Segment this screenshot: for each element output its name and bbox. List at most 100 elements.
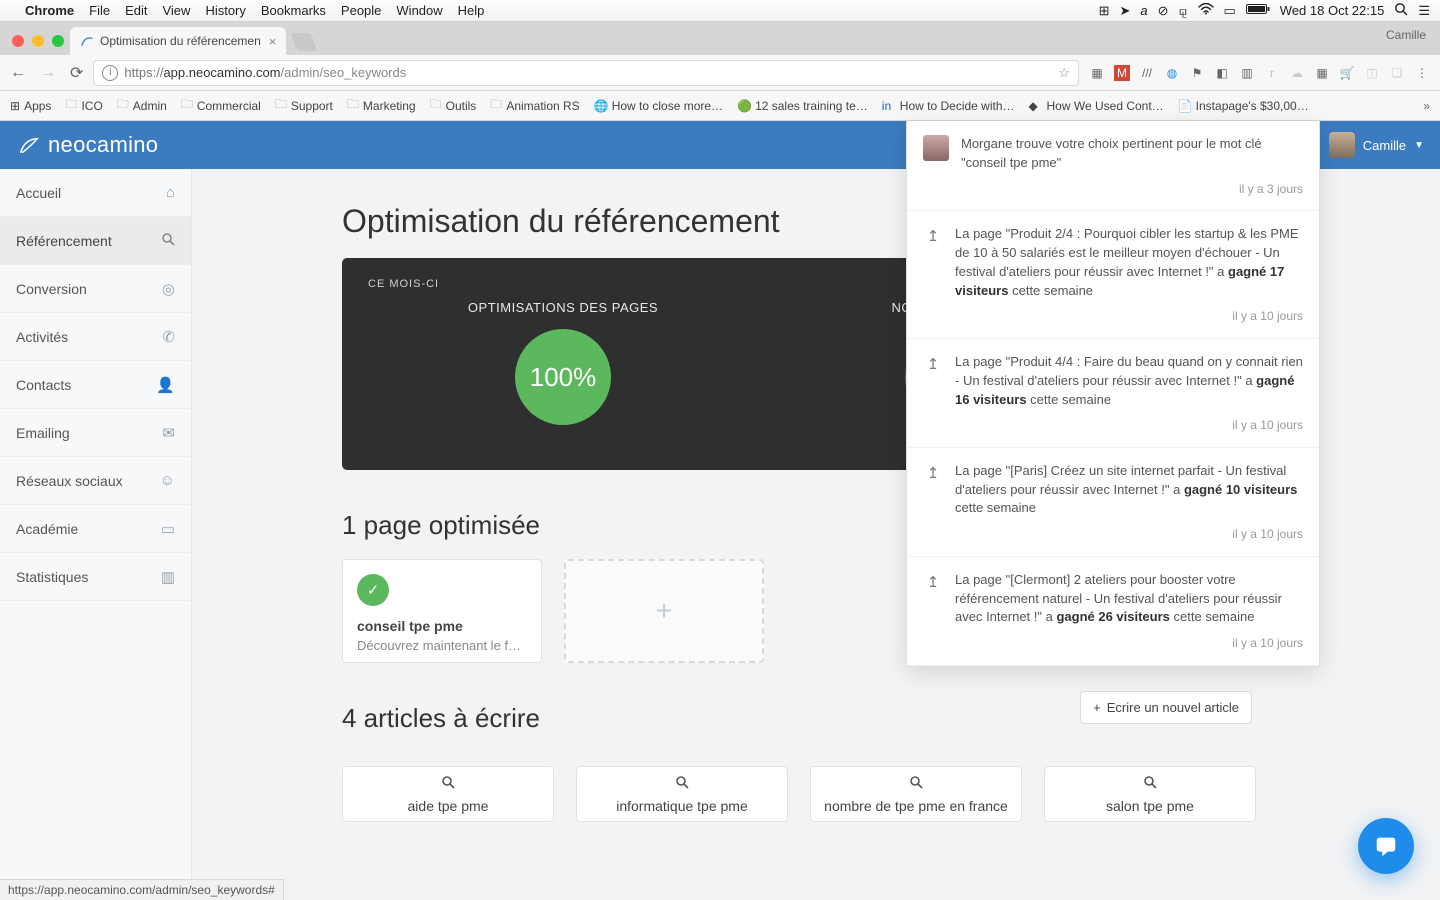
chrome-menu-button[interactable]: ⋮ xyxy=(1414,65,1430,81)
ext-icon-1[interactable]: ▦ xyxy=(1089,65,1105,81)
sidebar-item-label: Académie xyxy=(16,521,78,537)
window-close-button[interactable] xyxy=(12,35,24,47)
article-card[interactable]: aide tpe pme xyxy=(342,766,554,822)
favicon-icon: 🌐 xyxy=(594,99,608,113)
ext-icon-6[interactable]: ◧ xyxy=(1214,65,1230,81)
intercom-chat-button[interactable] xyxy=(1358,818,1414,874)
bookmark-folder-commercial[interactable]: 🗀Commercial xyxy=(181,95,261,116)
sidebar-item-referencement[interactable]: Référencement xyxy=(0,217,191,265)
ext-icon-11[interactable]: 🛒 xyxy=(1339,65,1355,81)
menubar-wifi-icon[interactable] xyxy=(1198,3,1214,18)
sidebar-item-academie[interactable]: Académie▭ xyxy=(0,505,191,553)
bookmark-folder-support[interactable]: 🗀Support xyxy=(275,95,333,116)
user-menu[interactable]: Camille ▼ xyxy=(1313,121,1440,169)
bookmark-star-icon[interactable]: ☆ xyxy=(1058,65,1070,81)
reload-button[interactable]: ⟳ xyxy=(70,63,83,83)
article-card[interactable]: nombre de tpe pme en france xyxy=(810,766,1022,822)
bookmark-folder-admin[interactable]: 🗀Admin xyxy=(117,95,167,116)
brand-logo[interactable]: neocamino xyxy=(18,132,158,158)
menubar-clock[interactable]: Wed 18 Oct 22:15 xyxy=(1280,3,1385,18)
keyword-card[interactable]: ✓ conseil tpe pme Découvrez maintenant l… xyxy=(342,559,542,663)
menubar-notifications-icon[interactable]: ☰ xyxy=(1418,3,1430,19)
menubar-window[interactable]: Window xyxy=(396,3,442,18)
browser-tab[interactable]: Optimisation du référencemen × xyxy=(70,27,286,55)
menubar-script-icon[interactable]: a xyxy=(1140,3,1147,18)
notification-text-bold: gagné 10 visiteurs xyxy=(1184,482,1297,497)
smile-icon: ☺ xyxy=(160,472,175,489)
window-minimize-button[interactable] xyxy=(32,35,44,47)
menubar-help[interactable]: Help xyxy=(458,3,485,18)
sidebar-item-label: Activités xyxy=(16,329,68,345)
sidebar-item-conversion[interactable]: Conversion◎ xyxy=(0,265,191,313)
back-button[interactable]: ← xyxy=(10,64,26,82)
menubar-people[interactable]: People xyxy=(341,3,381,18)
ext-icon-3[interactable]: /// xyxy=(1139,65,1155,81)
menubar-file[interactable]: File xyxy=(89,3,110,18)
menubar-bookmarks[interactable]: Bookmarks xyxy=(261,3,326,18)
sidebar-item-contacts[interactable]: Contacts👤 xyxy=(0,361,191,409)
menubar-bluetooth-icon[interactable]: ⚼ xyxy=(1179,3,1188,19)
menubar-app-name[interactable]: Chrome xyxy=(25,3,74,18)
address-bar[interactable]: i https:// app.neocamino.com /admin/seo_… xyxy=(93,60,1079,86)
bookmark-link-sales[interactable]: 🟢12 sales training te… xyxy=(737,99,868,113)
ext-icon-2[interactable]: M xyxy=(1114,65,1130,81)
menubar-view[interactable]: View xyxy=(162,3,190,18)
notification-item[interactable]: ↥ La page "Produit 2/4 : Pourquoi cibler… xyxy=(907,211,1319,339)
chart-icon: ▥ xyxy=(161,568,175,586)
search-icon xyxy=(161,232,175,250)
menubar-dropbox-icon[interactable]: ⊞ xyxy=(1099,3,1110,19)
sidebar-item-reseaux[interactable]: Réseaux sociaux☺ xyxy=(0,457,191,505)
ext-icon-10[interactable]: ▦ xyxy=(1314,65,1330,81)
url-domain: app.neocamino.com xyxy=(163,65,280,80)
brand-feather-icon xyxy=(18,134,40,156)
menubar-sync-icon[interactable]: ➤ xyxy=(1119,3,1130,19)
bookmark-link-instapage[interactable]: 📄Instapage's $30,00… xyxy=(1178,99,1309,113)
ext-icon-7[interactable]: ▥ xyxy=(1239,65,1255,81)
add-keyword-card[interactable]: + xyxy=(564,559,764,663)
bookmark-folder-outils[interactable]: 🗀Outils xyxy=(430,95,477,116)
bookmark-link-cont[interactable]: ◆How We Used Cont… xyxy=(1029,99,1164,113)
browser-profile-name[interactable]: Camille xyxy=(1386,28,1426,42)
bookmark-label: Instapage's $30,00… xyxy=(1196,99,1309,113)
window-zoom-button[interactable] xyxy=(52,35,64,47)
menubar-battery-icon[interactable] xyxy=(1246,3,1270,18)
sidebar-item-statistiques[interactable]: Statistiques▥ xyxy=(0,553,191,601)
notification-item[interactable]: ↥ La page "[Paris] Créez un site interne… xyxy=(907,448,1319,557)
notification-item[interactable]: ↥ La page "Produit 4/4 : Faire du beau q… xyxy=(907,339,1319,448)
ext-icon-8[interactable]: r xyxy=(1264,65,1280,81)
forward-button[interactable]: → xyxy=(40,64,56,82)
article-title: aide tpe pme xyxy=(408,798,489,814)
article-card[interactable]: salon tpe pme xyxy=(1044,766,1256,822)
macos-menubar: Chrome File Edit View History Bookmarks … xyxy=(0,0,1440,22)
bookmark-link-close[interactable]: 🌐How to close more… xyxy=(594,99,723,113)
new-tab-button[interactable] xyxy=(291,33,318,51)
site-info-icon[interactable]: i xyxy=(102,65,118,81)
plus-icon: + xyxy=(656,595,672,627)
write-article-button[interactable]: + Ecrire un nouvel article xyxy=(1080,691,1252,724)
article-card[interactable]: informatique tpe pme xyxy=(576,766,788,822)
sidebar-item-accueil[interactable]: Accueil⌂ xyxy=(0,169,191,217)
bookmarks-overflow-button[interactable]: » xyxy=(1423,99,1430,113)
bookmark-folder-ico[interactable]: 🗀ICO xyxy=(65,95,102,116)
menubar-history[interactable]: History xyxy=(205,3,245,18)
bookmark-label: Marketing xyxy=(363,99,416,113)
menubar-edit[interactable]: Edit xyxy=(125,3,147,18)
bookmark-folder-animation[interactable]: 🗀Animation RS xyxy=(490,95,579,116)
menubar-spotlight-icon[interactable] xyxy=(1394,2,1408,19)
sidebar-item-emailing[interactable]: Emailing✉ xyxy=(0,409,191,457)
ext-icon-12[interactable]: ◫ xyxy=(1364,65,1380,81)
bookmark-apps[interactable]: ⊞Apps xyxy=(10,99,51,113)
ext-icon-13[interactable]: ❏ xyxy=(1389,65,1405,81)
ext-icon-5[interactable]: ⚑ xyxy=(1189,65,1205,81)
tab-close-button[interactable]: × xyxy=(269,34,277,49)
bookmark-folder-marketing[interactable]: 🗀Marketing xyxy=(347,95,416,116)
ext-icon-4[interactable]: ◍ xyxy=(1164,65,1180,81)
notification-item[interactable]: ↥ La page "[Clermont] 2 ateliers pour bo… xyxy=(907,557,1319,666)
bookmark-link-decide[interactable]: inHow to Decide with… xyxy=(882,99,1015,113)
brand-name: neocamino xyxy=(48,132,158,158)
sidebar-item-activites[interactable]: Activités✆ xyxy=(0,313,191,361)
notification-item[interactable]: Morgane trouve votre choix pertinent pou… xyxy=(907,121,1319,211)
menubar-airplay-icon[interactable]: ▭ xyxy=(1224,3,1236,19)
menubar-dnd-icon[interactable]: ⊘ xyxy=(1158,3,1169,19)
ext-icon-9[interactable]: ☁ xyxy=(1289,65,1305,81)
